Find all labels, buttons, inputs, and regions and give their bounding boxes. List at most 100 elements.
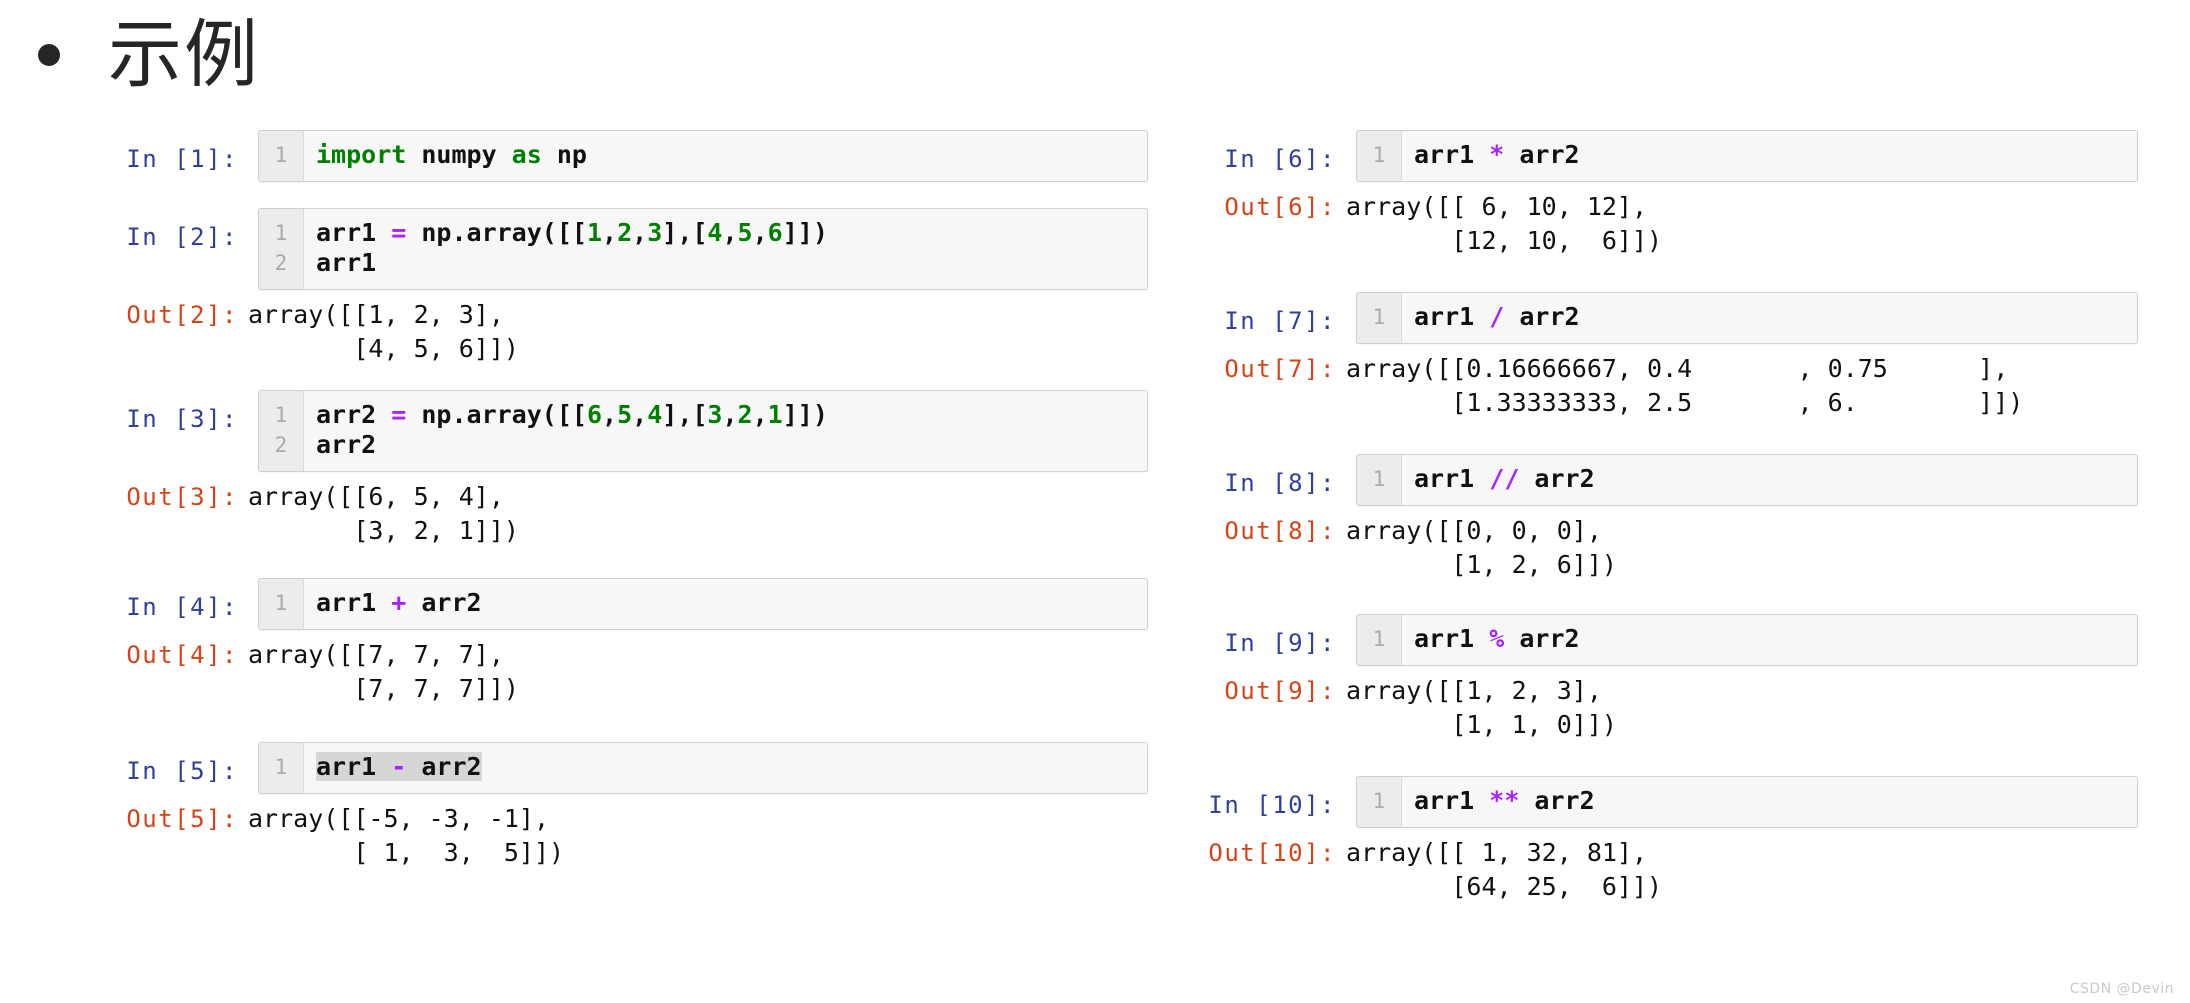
code-input-cell[interactable]: 1 arr1 * arr2 (1356, 130, 2138, 182)
code-text[interactable]: arr1 = np.array([[1,2,3],[4,5,6]]) arr1 (304, 209, 1147, 289)
code-token: ],[ (662, 400, 708, 429)
code-text[interactable]: arr1 + arr2 (304, 579, 1147, 629)
code-token: , (722, 218, 738, 247)
out-prompt-label: Out[9]: (1224, 677, 1336, 705)
code-input-cell[interactable]: 1 arr1 // arr2 (1356, 454, 2138, 506)
code-token: = (391, 400, 407, 429)
code-token: arr2 (1519, 464, 1595, 493)
notebook-cell: In [2]: 1 2 arr1 = np.array([[1,2,3],[4,5,… (118, 208, 1148, 366)
code-line: arr1 // arr2 (1414, 464, 2137, 494)
cell-output-row: Out[5]: array([[-5, -3, -1], [ 1, 3, 5]]) (118, 802, 1148, 870)
in-prompt-label: In [7]: (1224, 307, 1336, 335)
notebook-cell: In [10]: 1 arr1 ** arr2 Out[10]: array([[ 1,… (1208, 776, 2138, 904)
code-line: arr1 (316, 248, 1147, 278)
code-text[interactable]: arr1 - arr2 (304, 743, 1147, 793)
code-token: np.array([[ (406, 218, 587, 247)
code-input-cell[interactable]: 1 arr1 - arr2 (258, 742, 1148, 794)
cell-input-row: In [2]: 1 2 arr1 = np.array([[1,2,3],[4,5,… (118, 208, 1148, 290)
output-text: array([[1, 2, 3], [1, 1, 0]]) (1346, 676, 1617, 739)
cell-output-row: Out[8]: array([[0, 0, 0], [1, 2, 6]]) (1208, 514, 2138, 582)
cell-input-row: In [4]: 1 arr1 + arr2 (118, 578, 1148, 630)
code-token: arr2 (1504, 140, 1580, 169)
code-token: 3 (647, 218, 663, 247)
cell-output-row: Out[6]: array([[ 6, 10, 12], [12, 10, 6]]… (1208, 190, 2138, 258)
code-token: arr1 (1414, 624, 1490, 653)
line-number-gutter: 1 (1357, 131, 1402, 181)
code-token: np.array([[ (406, 400, 587, 429)
code-token: arr2 (406, 588, 482, 617)
page-title: 示例 (108, 12, 260, 98)
code-token: - (391, 752, 407, 781)
code-token: import (316, 140, 407, 169)
code-line: arr1 ** arr2 (1414, 786, 2137, 816)
code-token: arr1 (316, 752, 392, 781)
code-text[interactable]: arr1 % arr2 (1402, 615, 2137, 665)
code-line: import numpy as np (316, 140, 1147, 170)
code-token: // (1489, 464, 1520, 493)
in-prompt-label: In [2]: (126, 223, 238, 251)
code-line: arr2 (316, 430, 1147, 460)
code-token: ],[ (662, 218, 708, 247)
code-token: arr2 (1504, 624, 1580, 653)
code-text[interactable]: import numpy as np (304, 131, 1147, 181)
code-token: arr1 (1414, 140, 1490, 169)
code-token: , (632, 218, 648, 247)
code-token: 3 (707, 400, 723, 429)
out-prompt-label: Out[6]: (1224, 193, 1336, 221)
code-token: np (541, 140, 587, 169)
cell-input-row: In [6]: 1 arr1 * arr2 (1208, 130, 2138, 182)
out-prompt-label: Out[5]: (126, 805, 238, 833)
code-input-cell[interactable]: 1 arr1 + arr2 (258, 578, 1148, 630)
notebook-cell: In [4]: 1 arr1 + arr2 Out[4]: array([[7, 7, … (118, 578, 1148, 706)
notebook-cell: In [3]: 1 2 arr2 = np.array([[6,5,4],[3,2,… (118, 390, 1148, 548)
code-text[interactable]: arr1 // arr2 (1402, 455, 2137, 505)
in-prompt-label: In [5]: (126, 757, 238, 785)
code-text[interactable]: arr2 = np.array([[6,5,4],[3,2,1]]) arr2 (304, 391, 1147, 471)
code-token: arr2 (1519, 786, 1595, 815)
code-input-cell[interactable]: 1 2 arr2 = np.array([[6,5,4],[3,2,1]]) arr… (258, 390, 1148, 472)
code-token: ** (1489, 786, 1520, 815)
code-token: arr1 (316, 218, 392, 247)
code-input-cell[interactable]: 1 arr1 % arr2 (1356, 614, 2138, 666)
output-text: array([[0.16666667, 0.4 , 0.75 ], [1.333… (1346, 354, 2024, 417)
line-number-gutter: 1 (259, 131, 304, 181)
line-number-gutter: 1 (1357, 455, 1402, 505)
code-text[interactable]: arr1 / arr2 (1402, 293, 2137, 343)
out-prompt-label: Out[4]: (126, 641, 238, 669)
notebook-cell: In [8]: 1 arr1 // arr2 Out[8]: array([[0, 0,… (1208, 454, 2138, 582)
output-text: array([[1, 2, 3], [4, 5, 6]]) (248, 300, 519, 363)
out-prompt-label: Out[8]: (1224, 517, 1336, 545)
out-prompt-label: Out[7]: (1224, 355, 1336, 383)
line-number-gutter: 1 (259, 743, 304, 793)
code-text[interactable]: arr1 ** arr2 (1402, 777, 2137, 827)
in-prompt-label: In [1]: (126, 145, 238, 173)
code-input-cell[interactable]: 1 arr1 / arr2 (1356, 292, 2138, 344)
output-text: array([[7, 7, 7], [7, 7, 7]]) (248, 640, 519, 703)
in-prompt-label: In [10]: (1208, 791, 1336, 819)
code-input-cell[interactable]: 1 2 arr1 = np.array([[1,2,3],[4,5,6]]) arr… (258, 208, 1148, 290)
code-token: arr1 (1414, 302, 1490, 331)
output-text: array([[0, 0, 0], [1, 2, 6]]) (1346, 516, 1617, 579)
code-token: 6 (767, 218, 783, 247)
line-number-gutter: 1 2 (259, 391, 304, 471)
code-token: arr2 (406, 752, 482, 781)
cell-input-row: In [5]: 1 arr1 - arr2 (118, 742, 1148, 794)
cell-output-row: Out[9]: array([[1, 2, 3], [1, 1, 0]]) (1208, 674, 2138, 742)
code-token: % (1489, 624, 1505, 653)
code-token: 4 (647, 400, 663, 429)
code-token: , (722, 400, 738, 429)
notebook-column-left: In [1]: 1 import numpy as np In [2]: 1 2 arr1… (118, 130, 1148, 870)
in-prompt-label: In [3]: (126, 405, 238, 433)
code-input-cell[interactable]: 1 arr1 ** arr2 (1356, 776, 2138, 828)
cell-output-row: Out[2]: array([[1, 2, 3], [4, 5, 6]]) (118, 298, 1148, 366)
cell-output-row: Out[10]: array([[ 1, 32, 81], [64, 25, 6]… (1208, 836, 2138, 904)
cell-input-row: In [9]: 1 arr1 % arr2 (1208, 614, 2138, 666)
notebook-cell: In [7]: 1 arr1 / arr2 Out[7]: array([[0.1666… (1208, 292, 2138, 420)
cell-output-row: Out[3]: array([[6, 5, 4], [3, 2, 1]]) (118, 480, 1148, 548)
code-token: 1 (767, 400, 783, 429)
code-input-cell[interactable]: 1 import numpy as np (258, 130, 1148, 182)
code-text[interactable]: arr1 * arr2 (1402, 131, 2137, 181)
slide-title: 示例 (38, 18, 260, 92)
in-prompt-label: In [9]: (1224, 629, 1336, 657)
code-token: , (632, 400, 648, 429)
